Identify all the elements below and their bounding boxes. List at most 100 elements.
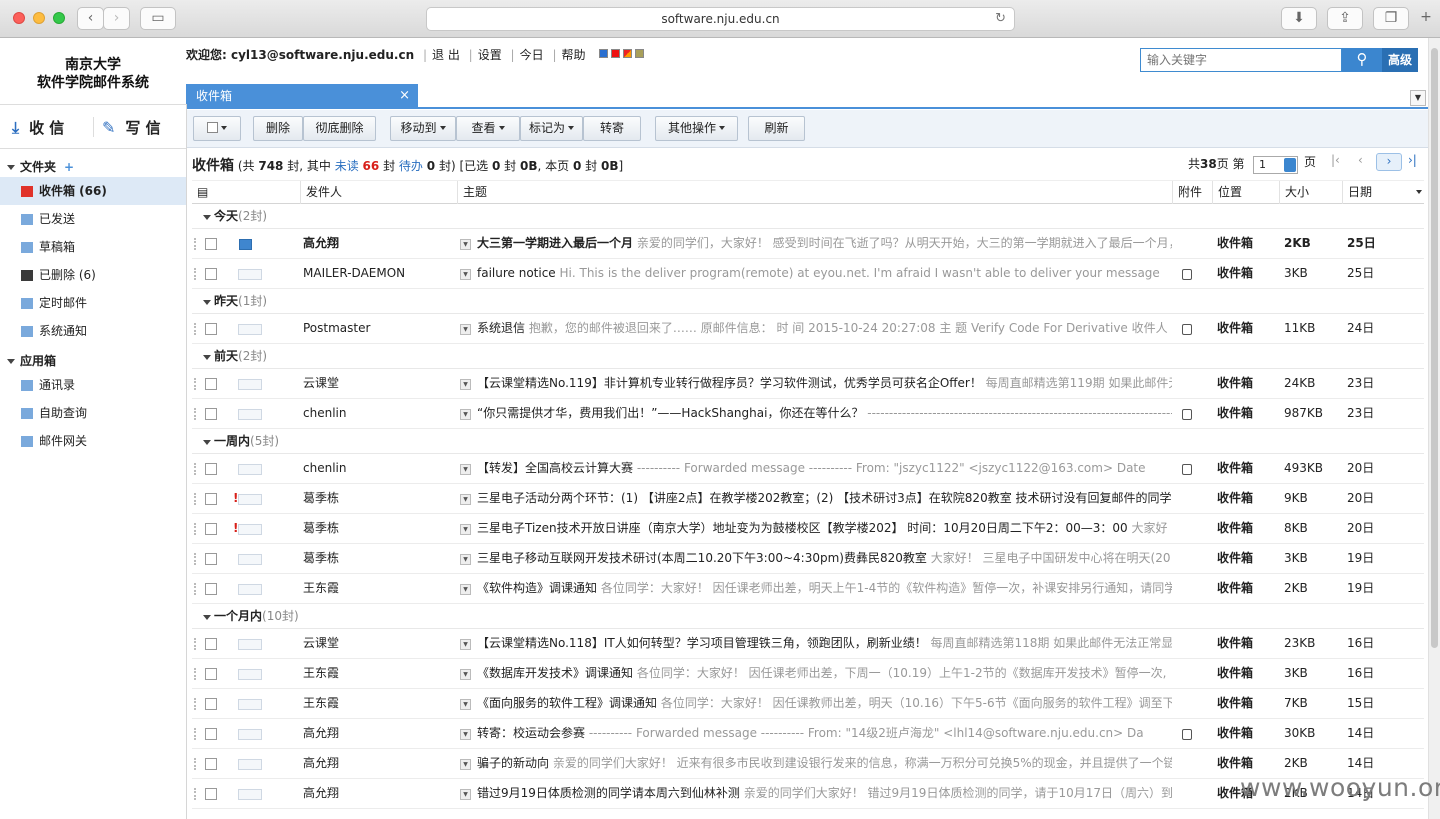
drag-handle-icon[interactable]	[194, 268, 198, 280]
prev-page-icon[interactable]: ‹	[1358, 153, 1363, 167]
tag-dropdown-icon[interactable]: ▼	[460, 524, 471, 535]
drag-handle-icon[interactable]	[194, 698, 198, 710]
mail-subject[interactable]: 《面向服务的软件工程》调课通知 各位同学：大家好！ 因任课教师出差，明天（10.…	[477, 689, 1172, 718]
next-page-icon[interactable]: ›	[1376, 153, 1402, 171]
drag-handle-icon[interactable]	[194, 523, 198, 535]
mail-subject[interactable]: 【云课堂精选No.118】IT人如何转型？学习项目管理铁三角，领跑团队，刷新业绩…	[477, 629, 1172, 658]
mail-subject[interactable]: 三星电子活动分两个环节：(1) 【讲座2点】在教学楼202教室；(2) 【技术研…	[477, 484, 1172, 513]
mail-checkbox[interactable]	[205, 408, 217, 420]
write-button[interactable]: ✎ 写 信	[102, 117, 161, 138]
group-header[interactable]: 一周内(5封)	[192, 429, 1424, 454]
mail-subject[interactable]: “你只需提供才华，费用我们出！”——HackShanghai，你还在等什么？ -…	[477, 399, 1172, 428]
mail-checkbox[interactable]	[205, 493, 217, 505]
mail-row[interactable]: 高允翔 ▼ 大三第一学期进入最后一个月 亲爱的同学们，大家好！ 感受到时间在飞逝了吗…	[192, 229, 1424, 259]
drag-handle-icon[interactable]	[194, 758, 198, 770]
mail-checkbox[interactable]	[205, 583, 217, 595]
group-header[interactable]: 今天(2封)	[192, 204, 1424, 229]
share-icon[interactable]: ⇪	[1327, 7, 1363, 30]
sidebar-app-2[interactable]: 邮件网关	[0, 427, 186, 455]
first-page-icon[interactable]: |‹	[1331, 153, 1340, 167]
mail-subject[interactable]: failure notice Hi. This is the deliver p…	[477, 259, 1172, 288]
mail-checkbox[interactable]	[205, 698, 217, 710]
page-select[interactable]: 1	[1253, 156, 1298, 174]
tab-menu-icon[interactable]: ▼	[1410, 90, 1426, 106]
advanced-search-button[interactable]: 高级	[1382, 48, 1418, 72]
tag-dropdown-icon[interactable]: ▼	[460, 699, 471, 710]
mail-row[interactable]: 王东霞 ▼ 《数据库开发技术》调课通知 各位同学：大家好！ 因任课老师出差，下周一（…	[192, 659, 1424, 689]
drag-handle-icon[interactable]	[194, 378, 198, 390]
mail-subject[interactable]: 【转发】全国高校云计算大赛 ---------- Forwarded messa…	[477, 454, 1172, 483]
col-date[interactable]: 日期	[1342, 181, 1424, 204]
tag-dropdown-icon[interactable]: ▼	[460, 464, 471, 475]
zoom-window-button[interactable]	[53, 12, 65, 24]
sidebar-folder-4[interactable]: 定时邮件	[0, 289, 186, 317]
tag-dropdown-icon[interactable]: ▼	[460, 239, 471, 250]
tabs-icon[interactable]: ❐	[1373, 7, 1409, 30]
mail-subject[interactable]: 转寄：校运动会参赛 ---------- Forwarded message -…	[477, 719, 1172, 748]
close-window-button[interactable]	[13, 12, 25, 24]
unread-link[interactable]: 未读	[335, 159, 359, 173]
apps-group[interactable]: 应用箱	[0, 351, 186, 371]
mail-checkbox[interactable]	[205, 238, 217, 250]
drag-handle-icon[interactable]	[194, 463, 198, 475]
drag-handle-icon[interactable]	[194, 408, 198, 420]
col-sender[interactable]: 发件人	[300, 181, 457, 204]
tag-dropdown-icon[interactable]: ▼	[460, 584, 471, 595]
mail-subject[interactable]: 三星电子移动互联网开发技术研讨(本周二10.20下午3:00~4:30pm)费彝…	[477, 544, 1172, 573]
select-checkbox[interactable]	[207, 122, 218, 133]
delete-button[interactable]: 删除	[253, 116, 303, 141]
folders-group[interactable]: 文件夹 +	[0, 157, 186, 177]
col-attach[interactable]: 附件	[1172, 181, 1212, 204]
select-all-dropdown[interactable]	[193, 116, 241, 141]
help-link[interactable]: 帮助	[561, 48, 585, 62]
mail-checkbox[interactable]	[205, 378, 217, 390]
close-tab-icon[interactable]: ×	[399, 84, 410, 108]
sidebar-app-0[interactable]: 通讯录	[0, 371, 186, 399]
drag-handle-icon[interactable]	[194, 788, 198, 800]
sidebar-folder-1[interactable]: 已发送	[0, 205, 186, 233]
sidebar-folder-2[interactable]: 草稿箱	[0, 233, 186, 261]
theme-swatch-red[interactable]	[611, 49, 621, 58]
theme-swatch-blue[interactable]	[599, 49, 609, 58]
mail-subject[interactable]: 《数据库开发技术》调课通知 各位同学：大家好！ 因任课老师出差，下周一（10.1…	[477, 659, 1172, 688]
mark-as-button[interactable]: 标记为	[520, 116, 583, 141]
theme-swatch-mixed[interactable]	[623, 49, 633, 58]
drag-handle-icon[interactable]	[194, 553, 198, 565]
mail-checkbox[interactable]	[205, 668, 217, 680]
mail-row[interactable]: 王东霞 ▼ 《软件构造》调课通知 各位同学：大家好！ 因任课老师出差，明天上午1-4…	[192, 574, 1424, 604]
minimize-window-button[interactable]	[33, 12, 45, 24]
mail-checkbox[interactable]	[205, 268, 217, 280]
mail-checkbox[interactable]	[205, 523, 217, 535]
back-button[interactable]: ‹	[77, 7, 104, 30]
search-input[interactable]	[1140, 48, 1342, 72]
mail-checkbox[interactable]	[205, 728, 217, 740]
mail-row[interactable]: 高允翔 ▼ 转寄：校运动会参赛 ---------- Forwarded messa…	[192, 719, 1424, 749]
tag-dropdown-icon[interactable]: ▼	[460, 639, 471, 650]
today-link[interactable]: 今日	[520, 48, 544, 62]
mail-checkbox[interactable]	[205, 788, 217, 800]
column-options-icon[interactable]: ▤	[192, 181, 302, 204]
mail-checkbox[interactable]	[205, 638, 217, 650]
search-icon[interactable]: ⚲	[1342, 48, 1382, 72]
mail-subject[interactable]: 三星电子Tizen技术开放日讲座（南京大学）地址变为为鼓楼校区【教学楼202】 …	[477, 514, 1172, 543]
new-tab-button[interactable]: +	[1416, 7, 1436, 30]
mail-row[interactable]: 王东霞 ▼ 《面向服务的软件工程》调课通知 各位同学：大家好！ 因任课教师出差，明天…	[192, 689, 1424, 719]
drag-handle-icon[interactable]	[194, 323, 198, 335]
last-page-icon[interactable]: ›|	[1408, 153, 1417, 167]
col-subject[interactable]: 主题	[457, 181, 1172, 204]
delete-permanently-button[interactable]: 彻底删除	[303, 116, 376, 141]
tab-inbox[interactable]: 收件箱 ×	[186, 84, 418, 109]
download-icon[interactable]: ⬇	[1281, 7, 1317, 30]
mail-row[interactable]: ! 葛季栋 ▼ 三星电子活动分两个环节：(1) 【讲座2点】在教学楼202教室；(2)…	[192, 484, 1424, 514]
other-actions-button[interactable]: 其他操作	[655, 116, 738, 141]
mail-row[interactable]: chenlin ▼ 【转发】全国高校云计算大赛 ---------- Forward…	[192, 454, 1424, 484]
mail-checkbox[interactable]	[205, 323, 217, 335]
mail-row[interactable]: ! 葛季栋 ▼ 三星电子Tizen技术开放日讲座（南京大学）地址变为为鼓楼校区【教学楼…	[192, 514, 1424, 544]
group-header[interactable]: 一个月内(10封)	[192, 604, 1424, 629]
drag-handle-icon[interactable]	[194, 638, 198, 650]
mail-checkbox[interactable]	[205, 463, 217, 475]
sidebar-toggle-icon[interactable]: ▭	[140, 7, 176, 30]
scroll-thumb[interactable]	[1431, 48, 1438, 648]
tag-dropdown-icon[interactable]: ▼	[460, 409, 471, 420]
drag-handle-icon[interactable]	[194, 668, 198, 680]
